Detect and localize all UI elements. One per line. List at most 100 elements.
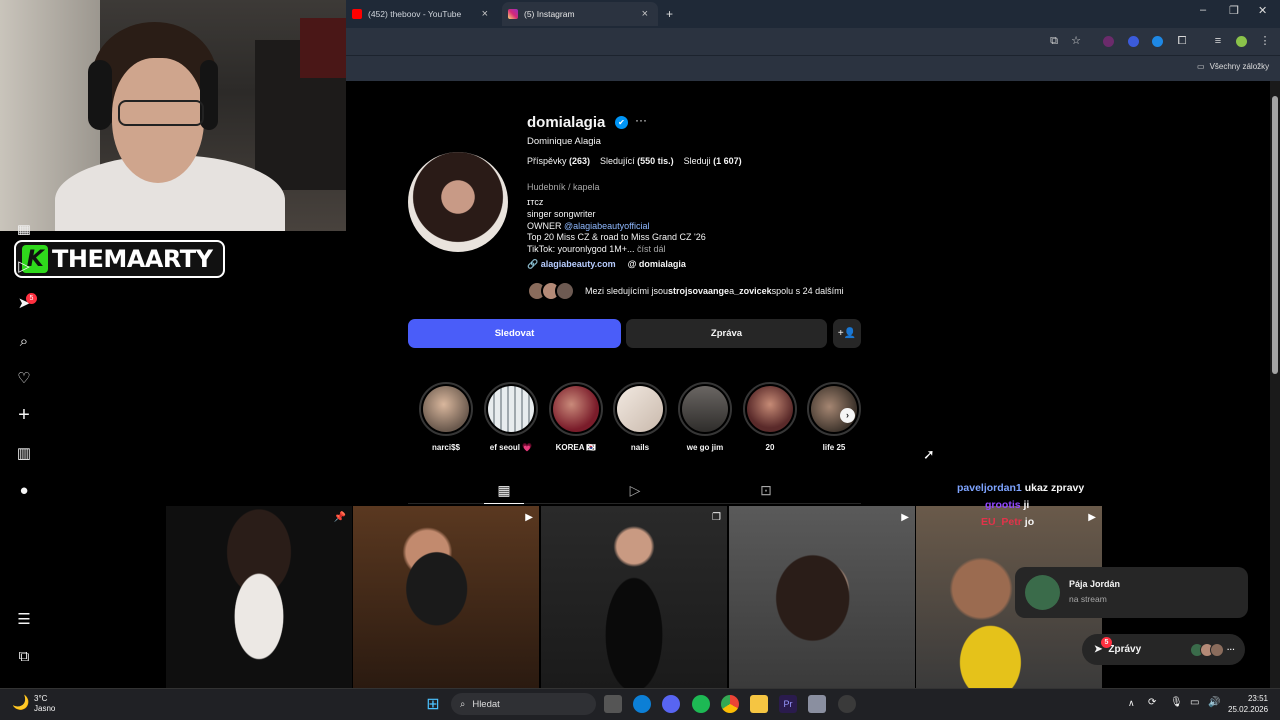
profile-full-name: Dominique Alagia bbox=[527, 136, 601, 147]
volume-icon[interactable]: 🔊 bbox=[1208, 697, 1220, 708]
minimize-button[interactable]: – bbox=[1200, 4, 1206, 16]
tray-sync-icon[interactable]: ⟳ bbox=[1148, 697, 1156, 708]
reel-icon: ▶ bbox=[525, 512, 533, 523]
reels-icon[interactable]: ▷ bbox=[14, 256, 34, 276]
search-icon[interactable]: ⌕ bbox=[14, 331, 34, 351]
mouse-cursor: ➚ bbox=[923, 446, 935, 462]
mutual-followers[interactable]: Mezi sledujícími jsou strojsovaange a _z… bbox=[527, 281, 844, 301]
youtube-icon bbox=[352, 9, 362, 19]
app-icon[interactable] bbox=[838, 695, 856, 713]
tab-instagram[interactable]: (5) Instagram × bbox=[502, 2, 658, 26]
microphone-icon[interactable]: 🎙 bbox=[1170, 697, 1183, 708]
tab-label: (5) Instagram bbox=[524, 9, 575, 19]
app-icon[interactable] bbox=[808, 695, 826, 713]
media-controls-icon[interactable]: ≡ bbox=[1212, 35, 1224, 47]
all-bookmarks[interactable]: ▭ Všechny záložky bbox=[1197, 62, 1269, 71]
tray-overflow-icon[interactable]: ∧ bbox=[1128, 698, 1135, 709]
notification-badge: 5 bbox=[26, 293, 37, 304]
highlight-item[interactable]: narci$$ bbox=[418, 382, 474, 452]
highlight-item[interactable]: KOREA 🇰🇷 bbox=[548, 382, 604, 452]
profile-avatar[interactable] bbox=[408, 152, 508, 252]
extensions-puzzle-icon[interactable]: ⧠ bbox=[1176, 35, 1188, 47]
network-icon[interactable]: ▭ bbox=[1190, 697, 1199, 708]
create-icon[interactable]: + bbox=[14, 404, 34, 426]
tab-reels[interactable]: ▷ bbox=[615, 481, 655, 499]
dashboard-icon[interactable]: ▥ bbox=[14, 443, 34, 463]
scrollbar-thumb[interactable] bbox=[1272, 96, 1278, 374]
profile-category: Hudebník / kapela bbox=[527, 182, 600, 192]
spotify-icon[interactable] bbox=[692, 695, 710, 713]
clock[interactable]: 23:51 25.02.2026 bbox=[1228, 693, 1268, 715]
follow-button[interactable]: Sledovat bbox=[408, 319, 621, 348]
grid-icon: ▦ bbox=[497, 482, 511, 498]
carousel-icon: ❐ bbox=[712, 512, 721, 523]
followers-count[interactable]: Sledující (550 tis.) bbox=[600, 156, 674, 166]
link-icon: 🔗 bbox=[527, 259, 539, 269]
tab-tagged[interactable]: ⊡ bbox=[746, 481, 786, 499]
explore-icon[interactable]: ▦ bbox=[14, 225, 34, 235]
following-count[interactable]: Sleduji (1 607) bbox=[684, 156, 742, 166]
threads-icon: @ bbox=[627, 259, 637, 269]
verified-badge-icon: ✔ bbox=[615, 116, 628, 129]
bio-mention-link[interactable]: @alagiabeautyofficial bbox=[564, 221, 650, 231]
file-explorer-icon[interactable] bbox=[750, 695, 768, 713]
streamer-logo: K THEMAARTY bbox=[14, 240, 225, 278]
threads-link[interactable]: @ domialagia bbox=[628, 259, 686, 270]
profile-username: domialagia bbox=[527, 114, 606, 131]
post-tile[interactable]: ❐ bbox=[541, 506, 727, 690]
profile-bio: ɪᴛᴄᴢ singer songwriter OWNER @alagiabeau… bbox=[527, 197, 706, 255]
highlight-item[interactable]: we go jim bbox=[677, 382, 733, 452]
extension-icon[interactable] bbox=[1152, 36, 1163, 47]
highlight-item[interactable]: ef seoul 💗 bbox=[483, 382, 539, 452]
extension-icon[interactable] bbox=[1103, 36, 1114, 47]
highlight-item[interactable]: nails bbox=[612, 382, 668, 452]
extension-icon[interactable] bbox=[1128, 36, 1139, 47]
heart-icon[interactable]: ♡ bbox=[14, 368, 34, 388]
message-notification-toast[interactable]: Pája Jordán na stream bbox=[1015, 567, 1248, 618]
tab-youtube[interactable]: (452) theboov - YouTube × bbox=[346, 2, 498, 26]
post-tile[interactable]: ▶ bbox=[353, 506, 539, 690]
website-link[interactable]: 🔗 alagiabeauty.com bbox=[527, 259, 616, 270]
tab-posts[interactable]: ▦ bbox=[484, 481, 524, 504]
bookmarks-bar bbox=[346, 55, 1280, 81]
suggest-user-button[interactable]: +👤 bbox=[833, 319, 861, 348]
message-button[interactable]: Zpráva bbox=[626, 319, 827, 348]
discord-icon[interactable] bbox=[662, 695, 680, 713]
messages-dock[interactable]: ➤ 5 Zprávy ··· bbox=[1082, 634, 1245, 665]
taskbar-search[interactable]: ⌕ Hledat bbox=[451, 693, 596, 715]
profile-avatar-icon[interactable] bbox=[1236, 36, 1247, 47]
profile-links: 🔗 alagiabeauty.com @ domialagia bbox=[527, 259, 686, 270]
weather-icon[interactable]: 🌙 bbox=[12, 694, 29, 711]
start-button[interactable]: ⊞ bbox=[424, 695, 442, 713]
tagged-icon: ⊡ bbox=[760, 481, 772, 498]
read-more-link[interactable]: číst dál bbox=[637, 244, 666, 254]
options-icon[interactable]: ··· bbox=[635, 113, 647, 127]
avatar bbox=[1025, 575, 1060, 610]
maximize-button[interactable]: ❐ bbox=[1229, 4, 1239, 17]
install-app-icon[interactable]: ⧉ bbox=[1048, 35, 1060, 47]
chrome-icon[interactable] bbox=[721, 695, 739, 713]
menu-kebab-icon[interactable]: ⋮ bbox=[1259, 35, 1271, 47]
highlight-item[interactable]: 20 bbox=[742, 382, 798, 452]
profile-icon[interactable]: ● bbox=[14, 480, 34, 500]
post-tile[interactable]: 📌 bbox=[166, 506, 352, 690]
also-from-meta-icon[interactable]: ⧉ bbox=[14, 646, 34, 666]
close-icon[interactable]: × bbox=[482, 8, 488, 20]
more-icon: ··· bbox=[1227, 645, 1235, 654]
close-icon[interactable]: × bbox=[642, 8, 648, 20]
weather-widget[interactable]: 3°C Jasno bbox=[34, 694, 55, 714]
more-menu-icon[interactable]: ☰ bbox=[14, 609, 34, 629]
bookmark-star-icon[interactable]: ☆ bbox=[1070, 35, 1082, 47]
highlights-next-button[interactable]: › bbox=[840, 408, 855, 423]
reel-icon: ▶ bbox=[1088, 512, 1096, 523]
task-view-icon[interactable] bbox=[604, 695, 622, 713]
edge-icon[interactable] bbox=[633, 695, 651, 713]
premiere-icon[interactable]: Pr bbox=[779, 695, 797, 713]
new-tab-button[interactable]: + bbox=[666, 7, 673, 21]
window-close-button[interactable]: ✕ bbox=[1258, 4, 1267, 17]
post-tile[interactable]: ▶ bbox=[729, 506, 915, 690]
reels-icon: ▷ bbox=[629, 481, 641, 498]
messages-badge: 5 bbox=[1101, 637, 1112, 648]
instagram-icon bbox=[508, 9, 518, 19]
webcam-overlay bbox=[0, 0, 346, 231]
